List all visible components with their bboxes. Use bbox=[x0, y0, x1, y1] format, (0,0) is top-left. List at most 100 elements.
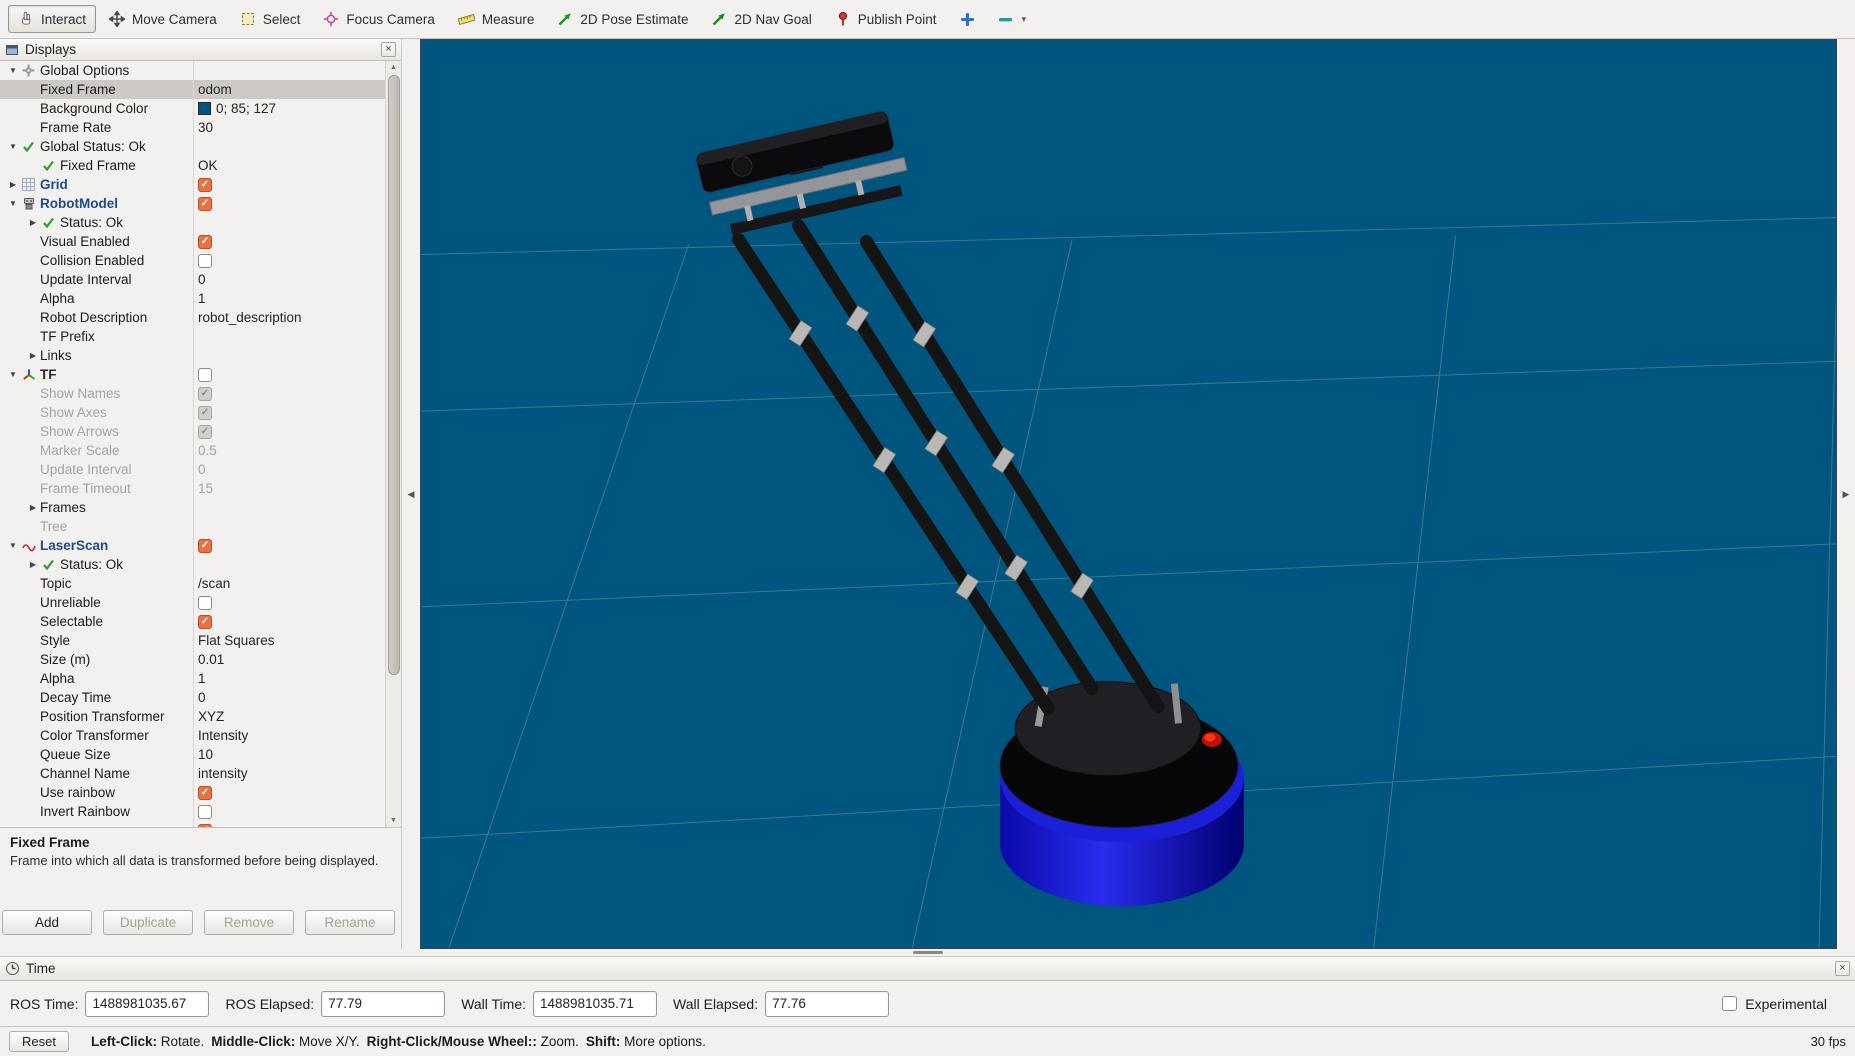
right-splitter[interactable]: ▶ bbox=[1837, 39, 1855, 949]
checkbox[interactable]: ✓ bbox=[198, 196, 212, 211]
tool-button-2d-nav-goal[interactable]: 2D Nav Goal bbox=[701, 5, 821, 33]
tree-row-update-interval[interactable]: Update Interval 0 bbox=[0, 270, 401, 289]
tree-row-color-transformer[interactable]: Color Transformer Intensity bbox=[0, 726, 401, 745]
tree-row-position-transformer[interactable]: Position Transformer XYZ bbox=[0, 707, 401, 726]
remove-button[interactable]: Remove bbox=[204, 910, 294, 935]
tree-row-marker-scale[interactable]: Marker Scale 0.5 bbox=[0, 441, 401, 460]
expander-closed-icon[interactable]: ▶ bbox=[26, 351, 40, 360]
tree-row-alpha[interactable]: Alpha 1 bbox=[0, 669, 401, 688]
checkbox[interactable] bbox=[198, 804, 212, 819]
tool-button-publish-point[interactable]: Publish Point bbox=[825, 5, 947, 33]
tree-row-show-axes[interactable]: Show Axes ✓ bbox=[0, 403, 401, 422]
tree-row-background-color[interactable]: Background Color 0; 85; 127 bbox=[0, 99, 401, 118]
tool-button-interact[interactable]: Interact bbox=[8, 5, 97, 33]
tree-row-invert-rainbow[interactable]: Invert Rainbow bbox=[0, 802, 401, 821]
tree-row-tree[interactable]: Tree bbox=[0, 517, 401, 536]
left-splitter[interactable]: ◀ bbox=[402, 39, 420, 949]
tree-row-status-ok[interactable]: ▶ Status: Ok bbox=[0, 555, 401, 574]
checkbox[interactable]: ✓ bbox=[198, 386, 212, 401]
tree-row-style[interactable]: Style Flat Squares bbox=[0, 631, 401, 650]
experimental-toggle[interactable]: Experimental bbox=[1722, 996, 1827, 1012]
tree-row-visual-enabled[interactable]: Visual Enabled ✓ bbox=[0, 232, 401, 251]
checkbox[interactable]: ✓ bbox=[198, 614, 212, 629]
tree-row-grid[interactable]: ▶ Grid ✓ bbox=[0, 175, 401, 194]
expander-open-icon[interactable]: ▼ bbox=[6, 370, 20, 379]
tree-row-channel-name[interactable]: Channel Name intensity bbox=[0, 764, 401, 783]
scroll-down-icon[interactable]: ▼ bbox=[390, 814, 397, 827]
checkbox[interactable] bbox=[198, 595, 212, 610]
duplicate-button[interactable]: Duplicate bbox=[103, 910, 193, 935]
expander-closed-icon[interactable]: ▶ bbox=[26, 218, 40, 227]
collapse-left-icon[interactable]: ◀ bbox=[408, 489, 415, 500]
checkbox[interactable] bbox=[198, 367, 212, 382]
color-swatch[interactable] bbox=[198, 102, 211, 115]
tool-button-focus-camera[interactable]: Focus Camera bbox=[313, 5, 445, 33]
checkbox[interactable] bbox=[198, 253, 212, 268]
tree-row-update-interval[interactable]: Update Interval 0 bbox=[0, 460, 401, 479]
tree-row-global-options[interactable]: ▼ Global Options bbox=[0, 61, 401, 80]
tool-button-2d-pose-estimate[interactable]: 2D Pose Estimate bbox=[547, 5, 698, 33]
tree-row-fixed-frame[interactable]: Fixed Frame OK bbox=[0, 156, 401, 175]
tree-row-tf[interactable]: ▼ TF bbox=[0, 365, 401, 384]
tree-row-show-names[interactable]: Show Names ✓ bbox=[0, 384, 401, 403]
time-field-input[interactable] bbox=[85, 990, 210, 1017]
tree-row-robotmodel[interactable]: ▼ RobotModel ✓ bbox=[0, 194, 401, 213]
expander-open-icon[interactable]: ▼ bbox=[6, 66, 20, 75]
tree-row-frame-rate[interactable]: Frame Rate 30 bbox=[0, 118, 401, 137]
checkbox[interactable]: ✓ bbox=[198, 538, 212, 553]
tree-row-frame-timeout[interactable]: Frame Timeout 15 bbox=[0, 479, 401, 498]
scroll-up-icon[interactable]: ▲ bbox=[390, 61, 397, 74]
reset-button[interactable]: Reset bbox=[9, 1031, 69, 1052]
add-button[interactable]: Add bbox=[2, 910, 92, 935]
tree-row-unreliable[interactable]: Unreliable bbox=[0, 593, 401, 612]
displays-close-button[interactable]: × bbox=[381, 42, 396, 57]
expander-closed-icon[interactable]: ▶ bbox=[26, 503, 40, 512]
tree-row-alpha[interactable]: Alpha 1 bbox=[0, 289, 401, 308]
tree-row-show-arrows[interactable]: Show Arrows ✓ bbox=[0, 422, 401, 441]
checkbox[interactable]: ✓ bbox=[198, 424, 212, 439]
tool-button-move-camera[interactable]: Move Camera bbox=[99, 5, 227, 33]
property-label-cell: ▶ Links bbox=[0, 346, 193, 365]
bottom-splitter[interactable] bbox=[0, 949, 1855, 956]
scrollbar-thumb[interactable] bbox=[387, 75, 400, 675]
splitter-handle-icon[interactable] bbox=[912, 951, 943, 954]
tree-row-laserscan[interactable]: ▼ LaserScan ✓ bbox=[0, 536, 401, 555]
chevron-down-icon[interactable]: ▾ bbox=[1022, 14, 1027, 25]
tree-row-queue-size[interactable]: Queue Size 10 bbox=[0, 745, 401, 764]
tool-button-select[interactable]: Select bbox=[230, 5, 311, 33]
tree-row-use-rainbow[interactable]: Use rainbow ✓ bbox=[0, 783, 401, 802]
tree-row-frames[interactable]: ▶ Frames bbox=[0, 498, 401, 517]
checkbox[interactable]: ✓ bbox=[198, 177, 212, 192]
tool-button-minus-icon[interactable]: ▾ bbox=[988, 6, 1037, 33]
viewport-3d[interactable] bbox=[420, 39, 1837, 949]
tree-row-links[interactable]: ▶ Links bbox=[0, 346, 401, 365]
displays-scrollbar[interactable]: ▲ ▼ bbox=[385, 61, 401, 827]
time-field-input[interactable] bbox=[321, 990, 446, 1017]
expander-open-icon[interactable]: ▼ bbox=[6, 541, 20, 550]
collapse-right-icon[interactable]: ▶ bbox=[1843, 489, 1850, 500]
time-field-input[interactable] bbox=[765, 990, 890, 1017]
expander-closed-icon[interactable]: ▶ bbox=[26, 560, 40, 569]
checkbox[interactable]: ✓ bbox=[198, 405, 212, 420]
tool-button-measure[interactable]: Measure bbox=[448, 5, 545, 33]
tree-row-global-status-ok[interactable]: ▼ Global Status: Ok bbox=[0, 137, 401, 156]
tree-row-size-m[interactable]: Size (m) 0.01 bbox=[0, 650, 401, 669]
checkbox[interactable]: ✓ bbox=[198, 234, 212, 249]
expander-open-icon[interactable]: ▼ bbox=[6, 142, 20, 151]
expander-closed-icon[interactable]: ▶ bbox=[6, 180, 20, 189]
tree-row-topic[interactable]: Topic/scan bbox=[0, 574, 401, 593]
tree-row-tf-prefix[interactable]: TF Prefix bbox=[0, 327, 401, 346]
tree-row-decay-time[interactable]: Decay Time 0 bbox=[0, 688, 401, 707]
rename-button[interactable]: Rename bbox=[305, 910, 395, 935]
expander-open-icon[interactable]: ▼ bbox=[6, 199, 20, 208]
tree-row-robot-description[interactable]: Robot Description robot_description bbox=[0, 308, 401, 327]
time-field-input[interactable] bbox=[533, 990, 658, 1017]
tree-row-collision-enabled[interactable]: Collision Enabled bbox=[0, 251, 401, 270]
tool-button-plus-icon[interactable] bbox=[950, 6, 985, 33]
time-close-button[interactable]: × bbox=[1835, 961, 1850, 976]
experimental-checkbox[interactable] bbox=[1722, 996, 1738, 1011]
checkbox[interactable]: ✓ bbox=[198, 785, 212, 800]
tree-row-fixed-frame[interactable]: Fixed Frame odom bbox=[0, 80, 401, 99]
tree-row-selectable[interactable]: Selectable ✓ bbox=[0, 612, 401, 631]
tree-row-status-ok[interactable]: ▶ Status: Ok bbox=[0, 213, 401, 232]
